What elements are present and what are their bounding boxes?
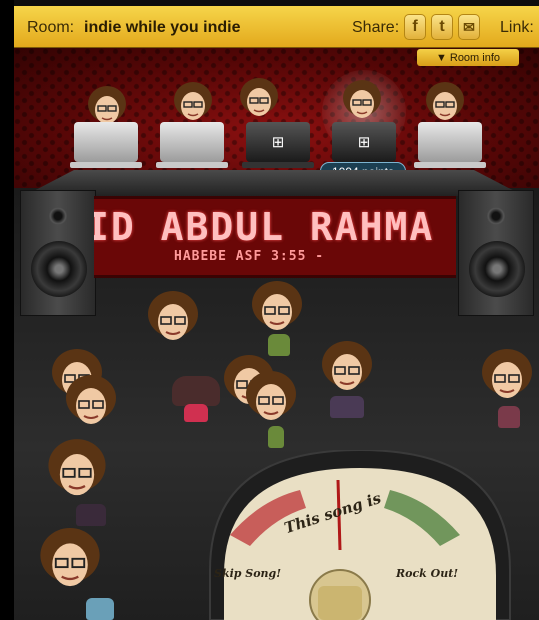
dj-avatar[interactable]: [172, 80, 214, 124]
facebook-share-button[interactable]: f: [404, 14, 426, 40]
apple-laptop: [70, 122, 142, 170]
room-info-button[interactable]: ▼ Room info: [417, 49, 519, 66]
link-label[interactable]: Link:: [500, 19, 534, 37]
room-header: Room: indie while you indie Share: f t ✉…: [14, 6, 539, 48]
skip-song-button[interactable]: Skip Song!: [214, 567, 281, 580]
twitter-share-button[interactable]: t: [431, 14, 453, 40]
vote-meter: [209, 450, 511, 620]
window-edge: [0, 0, 14, 620]
apple-logo-icon: [160, 122, 224, 162]
room-name: indie while you indie: [84, 19, 241, 36]
windows-logo-icon: ⊞: [246, 122, 310, 162]
apple-logo-icon: [418, 122, 482, 162]
turntable-room: Room: indie while you indie Share: f t ✉…: [0, 0, 539, 620]
twitter-icon: t: [439, 18, 445, 35]
now-playing-marquee: ID ABDUL RAHMA HABEBE ASF 3:55 -: [94, 196, 456, 278]
left-speaker: [20, 190, 96, 316]
facebook-icon: f: [412, 18, 418, 35]
right-speaker: [458, 190, 534, 316]
windows-laptop: ⊞: [242, 122, 314, 170]
now-playing-title: ID ABDUL RAHMA: [94, 205, 435, 249]
email-icon: ✉: [463, 18, 475, 35]
apple-logo-icon: [74, 122, 138, 162]
dj-avatar[interactable]: [238, 76, 280, 120]
share-label: Share:: [352, 19, 400, 36]
rock-out-button[interactable]: Rock Out!: [396, 567, 458, 580]
room-info-label: Room info: [449, 51, 501, 64]
dj-avatar-current[interactable]: [341, 78, 383, 122]
dj-avatar[interactable]: [424, 80, 466, 124]
caret-down-icon: ▼: [435, 51, 447, 64]
now-playing-subtitle: HABEBE ASF 3:55 -: [174, 249, 325, 264]
apple-laptop: [414, 122, 486, 170]
dj-booth: [24, 170, 524, 196]
email-share-button[interactable]: ✉: [458, 14, 480, 40]
apple-laptop: [156, 122, 228, 170]
windows-logo-icon: ⊞: [332, 122, 396, 162]
room-label: Room:: [27, 19, 75, 36]
